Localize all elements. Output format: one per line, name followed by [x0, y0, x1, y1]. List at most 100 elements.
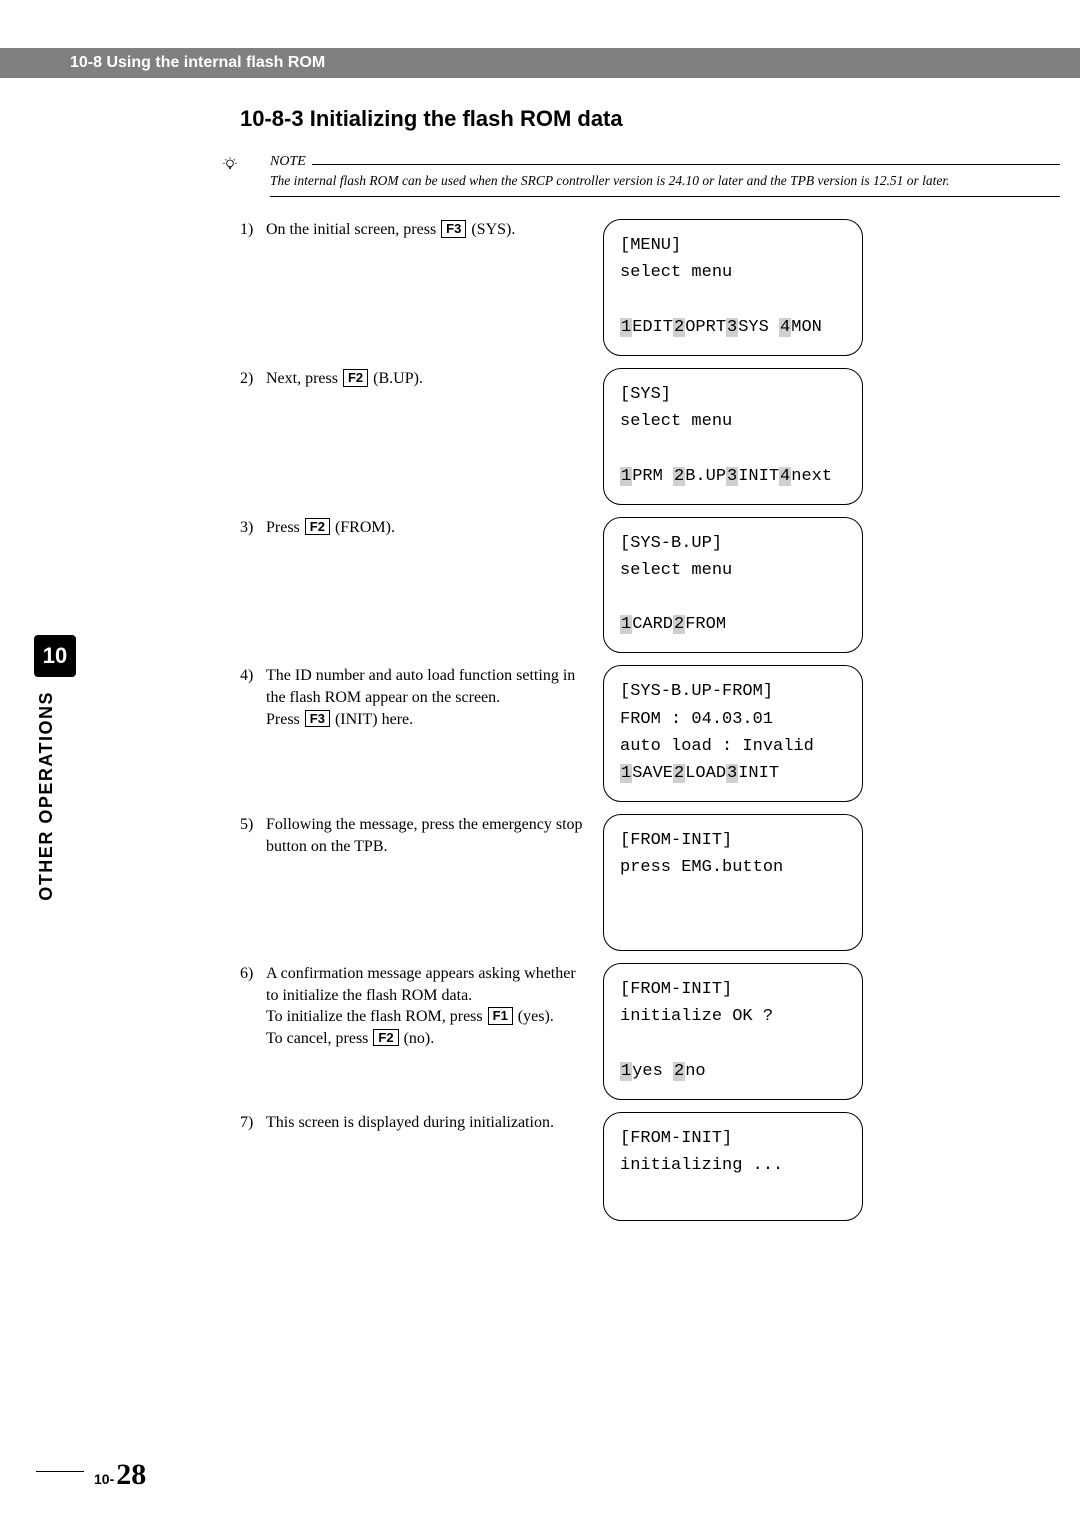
page-header-title: 10-8 Using the internal flash ROM	[70, 54, 325, 72]
step-text: 2)Next, press F2 (B.UP).	[240, 368, 585, 390]
step-body: Following the message, press the emergen…	[266, 814, 585, 857]
option-number: 2	[673, 1062, 685, 1081]
option-label: INIT	[738, 467, 779, 486]
key-f2: F2	[373, 1029, 398, 1047]
terminal-screen: [SYS]select menu 1PRM 2B.UP3INIT4next	[603, 368, 863, 505]
terminal-options-row: 1CARD2FROM	[620, 611, 846, 638]
terminal-options-row: 1SAVE2LOAD3INIT	[620, 760, 846, 787]
option-number: 1	[620, 615, 632, 634]
footer-prefix: 10-	[94, 1471, 114, 1487]
step-body: A confirmation message appears asking wh…	[266, 963, 585, 1049]
step-number: 3)	[240, 517, 266, 539]
step-text: 5)Following the message, press the emerg…	[240, 814, 585, 857]
step-row: 6)A confirmation message appears asking …	[240, 963, 1060, 1100]
terminal-line: initializing ...	[620, 1152, 846, 1179]
option-label: PRM	[632, 467, 673, 486]
terminal-screen: [FROM-INIT]initialize OK ? 1yes 2no	[603, 963, 863, 1100]
terminal-options-row	[620, 1179, 846, 1206]
option-label: CARD	[632, 615, 673, 634]
step-text-span: (SYS).	[467, 221, 515, 238]
option-label: next	[791, 467, 832, 486]
option-number: 2	[673, 318, 685, 337]
step-number: 7)	[240, 1112, 266, 1134]
terminal-line: [SYS-B.UP-FROM]	[620, 678, 846, 705]
key-f2: F2	[343, 369, 368, 387]
option-number: 1	[620, 764, 632, 783]
step-text: 6)A confirmation message appears asking …	[240, 963, 585, 1049]
step-text-span: To initialize the flash ROM, press	[266, 1008, 487, 1025]
option-label: INIT	[738, 764, 779, 783]
terminal-line: auto load : Invalid	[620, 733, 846, 760]
option-label: OPRT	[685, 318, 726, 337]
step-text-span: Next, press	[266, 370, 342, 387]
terminal-line	[620, 435, 846, 462]
terminal-line: [SYS]	[620, 381, 846, 408]
option-number: 1	[620, 1062, 632, 1081]
step-row: 2)Next, press F2 (B.UP). [SYS]select menu…	[240, 368, 1060, 505]
note-rule-bottom	[270, 196, 1060, 197]
option-label: yes	[632, 1062, 673, 1081]
key-f3: F3	[441, 220, 466, 238]
step-text-span: The ID number and auto load function set…	[266, 667, 575, 706]
option-label: EDIT	[632, 318, 673, 337]
step-text-span: (no).	[400, 1030, 435, 1047]
option-label: SYS	[738, 318, 779, 337]
terminal-screen: [MENU]select menu 1EDIT2OPRT3SYS 4MON	[603, 219, 863, 356]
terminal-line: select menu	[620, 557, 846, 584]
terminal-line	[620, 584, 846, 611]
step-text: 1)On the initial screen, press F3 (SYS).	[240, 219, 585, 241]
step-number: 1)	[240, 219, 266, 241]
step-text-span: Press	[266, 711, 304, 728]
footer-rule	[36, 1471, 84, 1472]
terminal-options-row: 1PRM 2B.UP3INIT4next	[620, 463, 846, 490]
step-text-span: A confirmation message appears asking wh…	[266, 965, 576, 1004]
terminal-line: press EMG.button	[620, 854, 846, 881]
note-body: The internal flash ROM can be used when …	[270, 170, 1060, 194]
step-number: 6)	[240, 963, 266, 1049]
step-text: 7)This screen is displayed during initia…	[240, 1112, 585, 1134]
option-number: 4	[779, 318, 791, 337]
option-number: 1	[620, 467, 632, 486]
option-number: 2	[673, 615, 685, 634]
page-footer: 10- 28	[36, 1458, 146, 1492]
terminal-line: [SYS-B.UP]	[620, 530, 846, 557]
step-text-span: This screen is displayed during initiali…	[266, 1114, 554, 1131]
terminal-screen: [SYS-B.UP]select menu 1CARD2FROM	[603, 517, 863, 654]
key-f3: F3	[305, 710, 330, 728]
step-row: 4)The ID number and auto load function s…	[240, 665, 1060, 802]
step-text-span: Following the message, press the emergen…	[266, 816, 583, 855]
option-label: LOAD	[685, 764, 726, 783]
terminal-line: [MENU]	[620, 232, 846, 259]
key-f1: F1	[488, 1007, 513, 1025]
note-rule-top	[312, 164, 1060, 165]
option-number: 2	[673, 764, 685, 783]
step-body: Next, press F2 (B.UP).	[266, 368, 585, 390]
step-row: 3)Press F2 (FROM). [SYS-B.UP]select menu …	[240, 517, 1060, 654]
note-label: NOTE	[270, 154, 306, 170]
option-label: no	[685, 1062, 705, 1081]
side-tab: 10 OTHER OPERATIONS	[36, 635, 76, 901]
terminal-line	[620, 1030, 846, 1057]
terminal-screen: [FROM-INIT]press EMG.button	[603, 814, 863, 951]
terminal-screen: [FROM-INIT]initializing ...	[603, 1112, 863, 1222]
option-number: 4	[779, 467, 791, 486]
terminal-options-row: 1EDIT2OPRT3SYS 4MON	[620, 314, 846, 341]
terminal-screen: [SYS-B.UP-FROM]FROM : 04.03.01auto load …	[603, 665, 863, 802]
terminal-line: FROM : 04.03.01	[620, 706, 846, 733]
step-body: Press F2 (FROM).	[266, 517, 585, 539]
option-number: 3	[726, 318, 738, 337]
step-body: On the initial screen, press F3 (SYS).	[266, 219, 585, 241]
step-text-span: On the initial screen, press	[266, 221, 440, 238]
terminal-line: [FROM-INIT]	[620, 1125, 846, 1152]
option-number: 3	[726, 764, 738, 783]
step-text-span: (INIT) here.	[331, 711, 413, 728]
key-f2: F2	[305, 518, 330, 536]
terminal-line: select menu	[620, 408, 846, 435]
note-block: NOTE The internal flash ROM can be used …	[240, 154, 1060, 197]
lightbulb-icon	[222, 156, 238, 177]
option-number: 3	[726, 467, 738, 486]
step-number: 4)	[240, 665, 266, 730]
step-row: 7)This screen is displayed during initia…	[240, 1112, 1060, 1222]
terminal-line	[620, 882, 846, 909]
terminal-options-row: 1yes 2no	[620, 1058, 846, 1085]
